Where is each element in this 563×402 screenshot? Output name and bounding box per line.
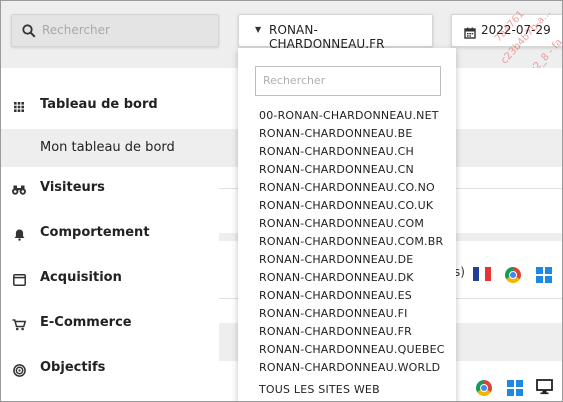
sidebar-item-goals[interactable]: Objectifs bbox=[1, 349, 219, 389]
cart-icon bbox=[11, 317, 27, 333]
search-icon bbox=[22, 23, 36, 42]
sidebar-item-acquisition[interactable]: Acquisition bbox=[1, 259, 219, 299]
site-option[interactable]: RONAN-CHARDONNEAU.CO.NO bbox=[259, 179, 445, 197]
grid-icon bbox=[11, 99, 27, 115]
target-icon bbox=[11, 362, 27, 378]
all-sites-option[interactable]: TOUS LES SITES WEB bbox=[259, 383, 380, 396]
sidebar-item-ecommerce[interactable]: E-Commerce bbox=[1, 304, 219, 344]
site-list: 00-RONAN-CHARDONNEAU.NET RONAN-CHARDONNE… bbox=[259, 107, 445, 377]
date-selector-button[interactable]: 2022-07-29 bbox=[451, 14, 562, 47]
site-option[interactable]: RONAN-CHARDONNEAU.COM.BR bbox=[259, 233, 445, 251]
sidebar-item-dashboard[interactable]: Tableau de bord bbox=[1, 86, 219, 126]
windows-icon bbox=[536, 267, 552, 283]
calendar-icon bbox=[464, 24, 476, 43]
sidebar-item-label: Tableau de bord bbox=[40, 97, 158, 112]
sidebar-item-label: Objectifs bbox=[40, 360, 106, 375]
dropdown-search-input[interactable]: Rechercher bbox=[255, 66, 441, 96]
sidebar-item-visitors[interactable]: Visiteurs bbox=[1, 169, 219, 209]
site-option[interactable]: RONAN-CHARDONNEAU.QUEBEC bbox=[259, 341, 445, 359]
app-window: Rechercher ▼ RONAN-CHARDONNEAU.FR 2022-0… bbox=[0, 0, 563, 402]
search-input[interactable]: Rechercher bbox=[11, 14, 219, 47]
site-option[interactable]: RONAN-CHARDONNEAU.ES bbox=[259, 287, 445, 305]
flag-fr-icon bbox=[473, 267, 491, 281]
site-selector-dropdown: Rechercher 00-RONAN-CHARDONNEAU.NET RONA… bbox=[238, 48, 456, 401]
site-option[interactable]: RONAN-CHARDONNEAU.FR bbox=[259, 323, 445, 341]
site-option[interactable]: RONAN-CHARDONNEAU.COM bbox=[259, 215, 445, 233]
date-label: 2022-07-29 bbox=[481, 23, 551, 37]
window-icon bbox=[11, 272, 27, 288]
site-option[interactable]: RONAN-CHARDONNEAU.CO.UK bbox=[259, 197, 445, 215]
sidebar-item-label: Comportement bbox=[40, 225, 150, 240]
site-option[interactable]: RONAN-CHARDONNEAU.DE bbox=[259, 251, 445, 269]
chrome-icon bbox=[476, 380, 492, 396]
dropdown-search-placeholder: Rechercher bbox=[263, 74, 326, 87]
sidebar-subitem-my-dashboard[interactable]: Mon tableau de bord bbox=[1, 129, 219, 167]
site-option[interactable]: RONAN-CHARDONNEAU.FI bbox=[259, 305, 445, 323]
sidebar-item-label: Acquisition bbox=[40, 270, 122, 285]
sidebar: Tableau de bord Mon tableau de bord Visi… bbox=[1, 68, 219, 401]
site-option[interactable]: 00-RONAN-CHARDONNEAU.NET bbox=[259, 107, 445, 125]
search-placeholder: Rechercher bbox=[42, 23, 110, 37]
sidebar-item-label: Visiteurs bbox=[40, 180, 105, 195]
site-selector-label: RONAN-CHARDONNEAU.FR bbox=[269, 23, 385, 51]
desktop-icon bbox=[536, 379, 553, 399]
site-option[interactable]: RONAN-CHARDONNEAU.WORLD bbox=[259, 359, 445, 377]
chrome-icon bbox=[505, 267, 521, 283]
windows-icon bbox=[507, 380, 523, 396]
sidebar-item-behaviour[interactable]: Comportement bbox=[1, 214, 219, 254]
site-option[interactable]: RONAN-CHARDONNEAU.CH bbox=[259, 143, 445, 161]
sidebar-item-label: E-Commerce bbox=[40, 315, 132, 330]
caret-down-icon: ▼ bbox=[255, 25, 262, 34]
bell-icon bbox=[11, 227, 27, 243]
site-selector-button[interactable]: ▼ RONAN-CHARDONNEAU.FR bbox=[238, 14, 433, 51]
site-option[interactable]: RONAN-CHARDONNEAU.DK bbox=[259, 269, 445, 287]
sidebar-subitem-label: Mon tableau de bord bbox=[40, 140, 175, 155]
site-option[interactable]: RONAN-CHARDONNEAU.CN bbox=[259, 161, 445, 179]
binoculars-icon bbox=[11, 182, 27, 198]
site-option[interactable]: RONAN-CHARDONNEAU.BE bbox=[259, 125, 445, 143]
